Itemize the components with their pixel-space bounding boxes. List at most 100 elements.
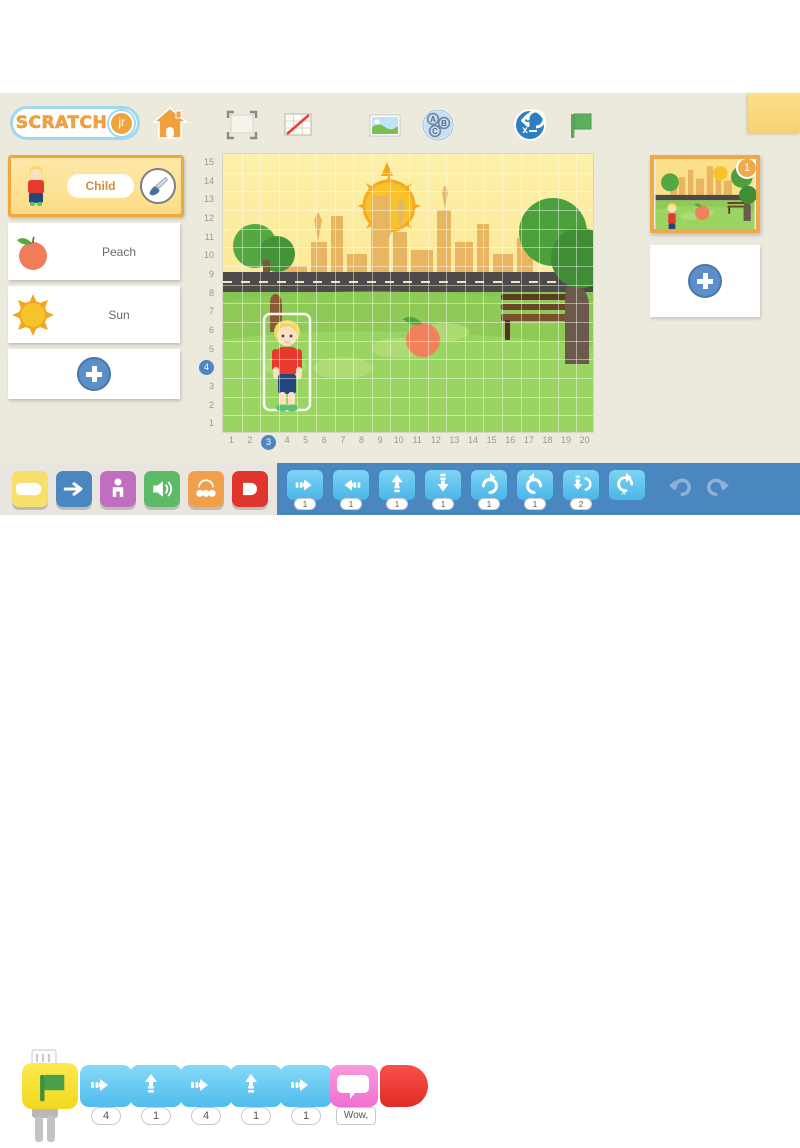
home-icon[interactable] bbox=[150, 103, 190, 143]
y-axis-tick: 11 bbox=[204, 231, 214, 242]
block-value[interactable]: 2 bbox=[570, 498, 592, 510]
x-axis-tick: 9 bbox=[377, 435, 383, 445]
person-icon bbox=[112, 478, 124, 497]
x-axis-tick: 6 bbox=[321, 435, 327, 445]
category-end[interactable] bbox=[232, 471, 268, 507]
block-value-field[interactable]: 1 bbox=[291, 1107, 321, 1125]
y-axis-tick: 9 bbox=[208, 268, 214, 279]
y-axis-tick: 10 bbox=[203, 250, 214, 261]
add-page-button[interactable] bbox=[650, 245, 760, 317]
block-value[interactable]: 1 bbox=[524, 498, 546, 510]
block-value[interactable]: 1 bbox=[432, 498, 454, 510]
block-value-field[interactable]: 4 bbox=[91, 1107, 121, 1125]
category-triggers[interactable] bbox=[12, 471, 48, 507]
y-axis-tick: 2 bbox=[208, 399, 214, 410]
character-name: Peach bbox=[101, 244, 137, 259]
add-character-button[interactable] bbox=[8, 349, 180, 399]
speaker-icon bbox=[153, 481, 172, 497]
say-text-field[interactable]: Wow, bbox=[336, 1107, 376, 1125]
block-value-field[interactable]: 1 bbox=[241, 1107, 271, 1125]
block-value[interactable]: 1 bbox=[386, 498, 408, 510]
palette-move-right-block[interactable]: 1 bbox=[285, 469, 325, 510]
page-list: 1 bbox=[650, 155, 770, 317]
character-item-sun[interactable]: Sun bbox=[8, 286, 180, 343]
logo-jr-badge: jr bbox=[109, 110, 135, 136]
scratchjr-app: SCRATCH jr A B C x Child Peach Sun 15 14… bbox=[0, 93, 800, 515]
script-say-block[interactable] bbox=[330, 1065, 378, 1107]
x-axis-tick: 8 bbox=[358, 435, 364, 445]
script-move-up-block[interactable] bbox=[230, 1065, 282, 1107]
palette-go-home-block[interactable]: x bbox=[607, 469, 647, 509]
undo-icon[interactable] bbox=[663, 475, 691, 503]
y-axis-tick: 5 bbox=[208, 343, 214, 354]
category-motion[interactable] bbox=[56, 471, 92, 507]
logo-text: SCRATCH bbox=[15, 113, 108, 134]
fullscreen-icon[interactable] bbox=[222, 105, 262, 145]
script-area[interactable]: 4 1 4 1 1 Wow, bbox=[0, 515, 800, 1142]
character-name: Sun bbox=[108, 307, 130, 322]
y-axis-tick: 3 bbox=[208, 380, 214, 391]
block-value[interactable]: 1 bbox=[294, 498, 316, 510]
abc-icon[interactable]: A B C bbox=[418, 105, 458, 145]
script-move-up-block[interactable] bbox=[130, 1065, 182, 1107]
block-body bbox=[471, 470, 507, 500]
script-move-right-block[interactable] bbox=[180, 1065, 232, 1107]
image-icon[interactable] bbox=[365, 105, 405, 145]
palette-move-left-block[interactable]: 1 bbox=[331, 469, 371, 510]
arrow-up-icon bbox=[145, 1074, 157, 1093]
block-value-field[interactable]: 1 bbox=[141, 1107, 171, 1125]
y-axis-tick: 7 bbox=[208, 306, 214, 317]
script-end-block[interactable] bbox=[380, 1065, 428, 1107]
palette-move-down-block[interactable]: 1 bbox=[423, 469, 463, 510]
stage-y-axis: 15 14 13 12 11 10 9 8 7 6 5 4 3 2 1 bbox=[196, 153, 218, 433]
green-flag-icon[interactable] bbox=[560, 105, 600, 145]
script-move-right-block[interactable] bbox=[80, 1065, 132, 1107]
corner-tab[interactable] bbox=[748, 93, 800, 133]
palette-move-up-block[interactable]: 1 bbox=[377, 469, 417, 510]
end-cap-icon bbox=[386, 1069, 426, 1105]
x-axis-tick: 11 bbox=[412, 435, 422, 445]
arrow-right-icon bbox=[295, 479, 312, 491]
palette-hop-block[interactable]: 2 bbox=[561, 469, 601, 510]
grid-icon[interactable] bbox=[278, 105, 318, 145]
x-axis-tick: 7 bbox=[340, 435, 346, 445]
page-thumbnail[interactable]: 1 bbox=[650, 155, 760, 233]
category-control[interactable] bbox=[188, 471, 224, 507]
x-axis-tick: 14 bbox=[468, 435, 479, 445]
stop-icon bbox=[243, 482, 257, 496]
character-list: Child Peach Sun bbox=[8, 155, 188, 399]
category-sound[interactable] bbox=[144, 471, 180, 507]
redo-icon[interactable] bbox=[707, 475, 735, 503]
block-body bbox=[425, 470, 461, 500]
block-body bbox=[517, 470, 553, 500]
svg-text:x: x bbox=[522, 125, 528, 136]
block-palette: 1 1 1 1 1 1 2 x bbox=[0, 463, 800, 515]
green-flag-icon bbox=[40, 1074, 65, 1102]
reset-x-icon[interactable]: x bbox=[510, 105, 550, 145]
x-axis-tick: 19 bbox=[560, 435, 571, 445]
character-item-peach[interactable]: Peach bbox=[8, 223, 180, 280]
y-axis-tick: 13 bbox=[203, 194, 214, 205]
script-move-right-block[interactable] bbox=[280, 1065, 332, 1107]
character-name: Child bbox=[67, 174, 134, 198]
scratchjr-logo: SCRATCH jr bbox=[10, 106, 140, 140]
paintbrush-icon[interactable] bbox=[140, 168, 176, 204]
x-axis-tick: 12 bbox=[430, 435, 441, 445]
block-value-field[interactable]: 4 bbox=[191, 1107, 221, 1125]
block-body bbox=[287, 470, 323, 500]
category-looks[interactable] bbox=[100, 471, 136, 507]
block-body bbox=[563, 470, 599, 500]
block-value[interactable]: 1 bbox=[340, 498, 362, 510]
palette-turn-right-block[interactable]: 1 bbox=[469, 469, 509, 510]
script-start-on-green-flag[interactable] bbox=[22, 1063, 78, 1109]
block-body bbox=[379, 470, 415, 500]
stage-canvas[interactable] bbox=[222, 153, 594, 433]
x-axis-tick: 20 bbox=[579, 435, 590, 445]
top-toolbar: SCRATCH jr A B C x bbox=[0, 93, 800, 155]
plus-icon bbox=[77, 357, 111, 391]
palette-turn-left-block[interactable]: 1 bbox=[515, 469, 555, 510]
character-item-child[interactable]: Child bbox=[8, 155, 184, 217]
block-value[interactable]: 1 bbox=[478, 498, 500, 510]
x-axis-tick: 1 bbox=[228, 435, 234, 445]
category-bar bbox=[0, 463, 277, 515]
